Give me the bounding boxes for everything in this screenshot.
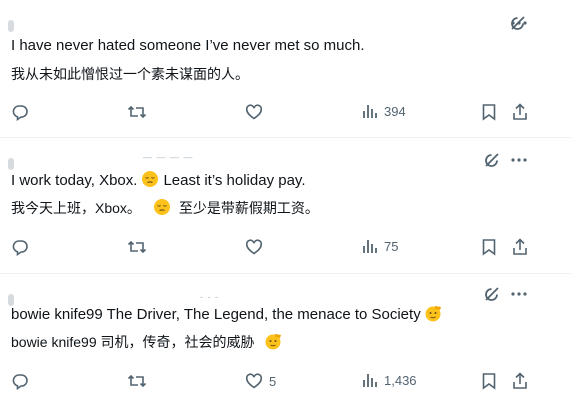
saluting-face-emoji — [263, 332, 283, 355]
action-bar: 394 — [0, 103, 571, 125]
post-text-zh-part1: 我今天上班，Xbox。 — [11, 200, 141, 216]
action-bar: 5 1,436 — [0, 372, 571, 394]
bookmark-button[interactable] — [481, 372, 497, 390]
post-text-en: bowie knife99 The Driver, The Legend, th… — [11, 304, 447, 328]
action-bar: 75 — [0, 238, 571, 260]
post-text-zh-body: bowie knife99 司机，传奇，社会的威胁 — [11, 334, 255, 350]
post-text-en-body: bowie knife99 The Driver, The Legend, th… — [11, 306, 421, 323]
like-icon — [245, 373, 263, 389]
repost-icon — [127, 240, 147, 254]
like-button[interactable]: 5 — [245, 372, 276, 390]
views-icon — [363, 374, 377, 387]
avatar-stub — [8, 20, 14, 32]
like-icon — [245, 239, 263, 255]
username-fragment: - - - — [200, 292, 219, 302]
grok-icon[interactable] — [483, 285, 501, 303]
reply-icon — [12, 374, 28, 390]
reply-icon — [12, 240, 28, 256]
like-button[interactable] — [245, 238, 269, 256]
avatar-stub — [8, 158, 14, 170]
post-text-zh-part2: 至少是带薪假期工资。 — [178, 200, 319, 216]
post-text-en-part1: I work today, Xbox. — [11, 172, 138, 189]
bookmark-button[interactable] — [481, 238, 497, 256]
post-2[interactable]: — — — — I work today, Xbox. Least it’s ho… — [0, 138, 571, 273]
post-text-zh: 我从未如此憎恨过一个素未谋面的人。 — [11, 66, 249, 82]
views-count: 1,436 — [384, 372, 417, 388]
reply-button[interactable] — [11, 372, 35, 390]
post-1[interactable]: I have never hated someone I’ve never me… — [0, 0, 571, 135]
repost-icon — [127, 374, 147, 388]
post-text-zh: bowie knife99 司机，传奇，社会的威胁 — [11, 332, 287, 355]
like-count: 5 — [269, 373, 277, 389]
bookmark-button[interactable] — [481, 103, 497, 121]
views-count: 75 — [384, 238, 399, 254]
post-text-en: I work today, Xbox. Least it’s holiday pa… — [11, 170, 305, 194]
repost-button[interactable] — [127, 103, 153, 121]
reply-button[interactable] — [11, 238, 35, 256]
bookmark-icon — [482, 373, 496, 390]
views-count: 394 — [384, 103, 406, 119]
like-button[interactable] — [245, 103, 269, 121]
bookmark-icon — [482, 239, 496, 256]
share-icon — [513, 103, 527, 120]
repost-icon — [127, 105, 147, 119]
grok-icon[interactable] — [483, 151, 501, 169]
post-text-en-part2: Least it’s holiday pay. — [163, 172, 306, 189]
share-button[interactable] — [512, 238, 528, 256]
repost-button[interactable] — [127, 372, 153, 390]
post-text-en: I have never hated someone I’ve never me… — [11, 37, 365, 54]
pensive-face-emoji — [153, 198, 171, 221]
pensive-face-emoji — [141, 170, 159, 194]
share-button[interactable] — [512, 372, 528, 390]
saluting-face-emoji — [423, 304, 443, 328]
like-icon — [245, 104, 263, 120]
views-icon — [363, 240, 377, 253]
more-icon[interactable] — [510, 152, 528, 168]
views-icon — [363, 105, 377, 118]
reply-button[interactable] — [11, 103, 35, 121]
reply-icon — [12, 105, 28, 121]
post-3[interactable]: - - - bowie knife99 The Driver, The Lege… — [0, 274, 571, 411]
share-icon — [513, 238, 527, 255]
views-button[interactable]: 394 — [362, 103, 406, 119]
more-icon[interactable] — [510, 286, 528, 302]
repost-button[interactable] — [127, 238, 153, 256]
more-icon[interactable] — [510, 15, 528, 31]
views-button[interactable]: 1,436 — [362, 372, 417, 388]
views-button[interactable]: 75 — [362, 238, 398, 254]
bookmark-icon — [482, 104, 496, 121]
share-button[interactable] — [512, 103, 528, 121]
share-icon — [513, 372, 527, 389]
username-fragment: — — — — — [143, 152, 194, 162]
post-text-zh: 我今天上班，Xbox。 至少是带薪假期工资。 — [11, 198, 319, 221]
